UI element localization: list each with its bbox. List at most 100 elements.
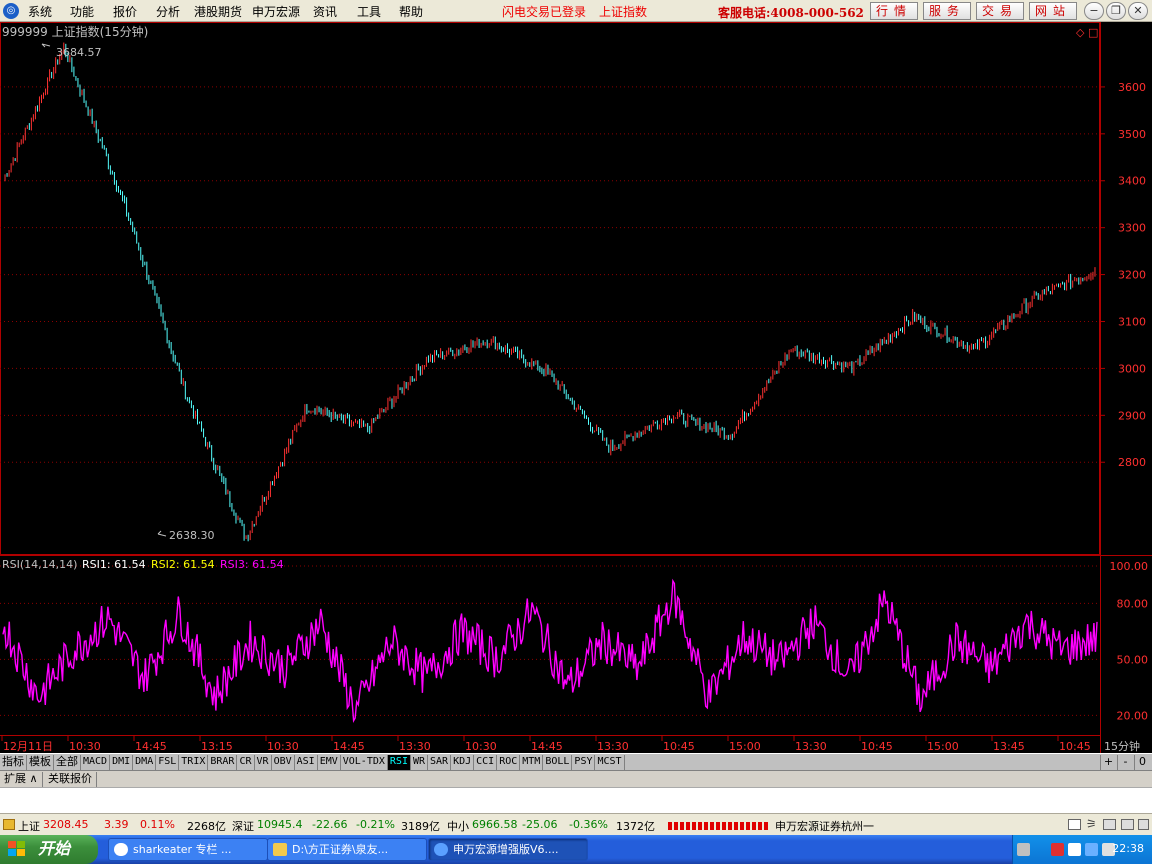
menu-quote[interactable]: 报价 bbox=[113, 3, 137, 20]
windows-flag-icon bbox=[8, 841, 25, 856]
tray-arrow-icon[interactable] bbox=[1017, 843, 1030, 856]
menu-help[interactable]: 帮助 bbox=[399, 3, 423, 20]
tab-mtm[interactable]: MTM bbox=[520, 755, 544, 770]
tab-macd[interactable]: MACD bbox=[81, 755, 111, 770]
menu-news[interactable]: 资讯 bbox=[313, 3, 337, 20]
tab-vr[interactable]: VR bbox=[255, 755, 272, 770]
price-tick-label: 3600 bbox=[1118, 81, 1146, 94]
tab-vol-tdx[interactable]: VOL-TDX bbox=[341, 755, 388, 770]
chart-options-icon[interactable]: ◇ bbox=[1076, 26, 1085, 39]
status-bar: 上证 3208.45 3.39 0.11% 2268亿 深证 10945.4 -… bbox=[0, 813, 1152, 835]
tab-mcst[interactable]: MCST bbox=[595, 755, 625, 770]
signal-icon[interactable]: ⚞ bbox=[1086, 817, 1097, 831]
app-icon bbox=[434, 843, 448, 856]
nav-trade-button[interactable]: 交易 bbox=[976, 2, 1024, 20]
task-folder[interactable]: D:\方正证券\泉友... bbox=[267, 838, 427, 861]
price-tick-label: 3100 bbox=[1118, 315, 1146, 328]
price-tick-label: 3500 bbox=[1118, 128, 1146, 141]
tray-shield-icon[interactable] bbox=[1068, 843, 1081, 856]
start-label: 开始 bbox=[38, 839, 71, 858]
zoom-in-button[interactable]: + bbox=[1100, 755, 1116, 770]
rsi-grid bbox=[0, 565, 1100, 716]
tab-全部[interactable]: 全部 bbox=[54, 755, 81, 770]
tab-fsl[interactable]: FSL bbox=[156, 755, 180, 770]
tab-指标[interactable]: 指标 bbox=[0, 755, 27, 770]
close-icon[interactable]: ✕ bbox=[1128, 2, 1148, 20]
task-browser-label: sharkeater 专栏 ... bbox=[133, 843, 232, 856]
tab-rsi[interactable]: RSI bbox=[387, 755, 411, 770]
taskbar: 开始 sharkeater 专栏 ... D:\方正证券\泉友... 申万宏源增… bbox=[0, 835, 1152, 864]
tab-trix[interactable]: TRIX bbox=[179, 755, 209, 770]
minimize-icon[interactable]: − bbox=[1084, 2, 1104, 20]
lock-icon[interactable] bbox=[1103, 819, 1116, 830]
tab-模板[interactable]: 模板 bbox=[27, 755, 54, 770]
tray-app-icon[interactable] bbox=[1051, 843, 1064, 856]
reset-button[interactable]: 0 bbox=[1134, 755, 1150, 770]
rsi2-value: RSI2: 61.54 bbox=[151, 558, 215, 571]
time-tick-label: 13:30 bbox=[795, 740, 827, 753]
menu-function[interactable]: 功能 bbox=[70, 3, 94, 20]
chart-area[interactable]: 3600 3500 3400 3300 3200 3100 3000 2900 2800 100… bbox=[0, 22, 1152, 754]
browser-icon bbox=[114, 843, 128, 856]
nav-website-button[interactable]: 网站 bbox=[1029, 2, 1077, 20]
price-tick-label: 3300 bbox=[1118, 222, 1146, 235]
notepad-icon[interactable] bbox=[1068, 819, 1081, 830]
nav-service-button[interactable]: 服务 bbox=[923, 2, 971, 20]
menu-hk-futures[interactable]: 港股期货 bbox=[194, 3, 242, 20]
time-tick-label: 15:00 bbox=[729, 740, 761, 753]
sub-tabs: 扩展 ∧ 关联报价 bbox=[0, 770, 1152, 787]
tab-roc[interactable]: ROC bbox=[497, 755, 521, 770]
time-tick-label: 15:00 bbox=[927, 740, 959, 753]
menu-system[interactable]: 系统 bbox=[28, 3, 52, 20]
menu-swhy[interactable]: 申万宏源 bbox=[252, 3, 300, 20]
price-tick-label: 3000 bbox=[1118, 362, 1146, 375]
sh-change: 3.39 bbox=[104, 818, 129, 831]
rsi3-value: RSI3: 61.54 bbox=[220, 558, 284, 571]
tab-wr[interactable]: WR bbox=[411, 755, 429, 770]
tab-related-quotes[interactable]: 关联报价 bbox=[44, 772, 97, 787]
tray-network-icon[interactable] bbox=[1085, 843, 1098, 856]
time-tick-label: 10:30 bbox=[69, 740, 101, 753]
tab-kdj[interactable]: KDJ bbox=[451, 755, 475, 770]
time-tick-label: 10:45 bbox=[663, 740, 695, 753]
tab-asi[interactable]: ASI bbox=[295, 755, 318, 770]
help-icon[interactable] bbox=[1138, 819, 1149, 830]
tab-emv[interactable]: EMV bbox=[318, 755, 341, 770]
folder-icon[interactable] bbox=[3, 819, 15, 830]
indicator-tabs: 指标 模板 全部 MACD DMI DMA FSL TRIX BRAR CR VR OBV ASI EMV… bbox=[0, 753, 1152, 770]
tab-sar[interactable]: SAR bbox=[428, 755, 452, 770]
zoom-out-button[interactable]: - bbox=[1117, 755, 1133, 770]
chart-svg[interactable]: 3600 3500 3400 3300 3200 3100 3000 2900 2800 100… bbox=[0, 22, 1152, 754]
menu-tools[interactable]: 工具 bbox=[357, 3, 381, 20]
tab-brar[interactable]: BRAR bbox=[208, 755, 238, 770]
tab-cci[interactable]: CCI bbox=[474, 755, 498, 770]
price-candles bbox=[4, 42, 1096, 542]
price-tick-label: 3200 bbox=[1118, 269, 1146, 282]
rsi-tick-label: 20.00 bbox=[1117, 709, 1149, 722]
nav-market-button[interactable]: 行情 bbox=[870, 2, 918, 20]
tab-obv[interactable]: OBV bbox=[272, 755, 295, 770]
start-button[interactable]: 开始 bbox=[0, 835, 98, 864]
task-browser[interactable]: sharkeater 专栏 ... bbox=[108, 838, 268, 861]
restore-icon[interactable]: ❐ bbox=[1106, 2, 1126, 20]
high-price-label: 3684.57 bbox=[56, 46, 102, 59]
menu-analysis[interactable]: 分析 bbox=[156, 3, 180, 20]
chart-maximize-icon[interactable]: □ bbox=[1088, 26, 1098, 39]
menu-bar: ◎ 系统 功能 报价 分析 港股期货 申万宏源 资讯 工具 帮助 闪电交易已登录… bbox=[0, 0, 1152, 22]
period-label[interactable]: 15分钟 bbox=[1104, 739, 1140, 753]
task-folder-label: D:\方正证券\泉友... bbox=[292, 843, 389, 856]
tab-cr[interactable]: CR bbox=[237, 755, 255, 770]
current-index-label: 上证指数 bbox=[599, 5, 648, 19]
rsi-tick-label: 100.00 bbox=[1110, 560, 1149, 573]
task-trading-app[interactable]: 申万宏源增强版V6.... bbox=[428, 838, 588, 861]
time-tick-label: 14:45 bbox=[135, 740, 167, 753]
tab-dmi[interactable]: DMI bbox=[110, 755, 134, 770]
low-marker-icon bbox=[157, 530, 167, 537]
low-price-label: 2638.30 bbox=[169, 529, 215, 542]
tab-psy[interactable]: PSY bbox=[572, 755, 596, 770]
tab-expand[interactable]: 扩展 ∧ bbox=[0, 772, 43, 787]
settings-icon[interactable] bbox=[1121, 819, 1134, 830]
tab-boll[interactable]: BOLL bbox=[543, 755, 573, 770]
time-tick-label: 10:30 bbox=[267, 740, 299, 753]
tab-dma[interactable]: DMA bbox=[133, 755, 157, 770]
